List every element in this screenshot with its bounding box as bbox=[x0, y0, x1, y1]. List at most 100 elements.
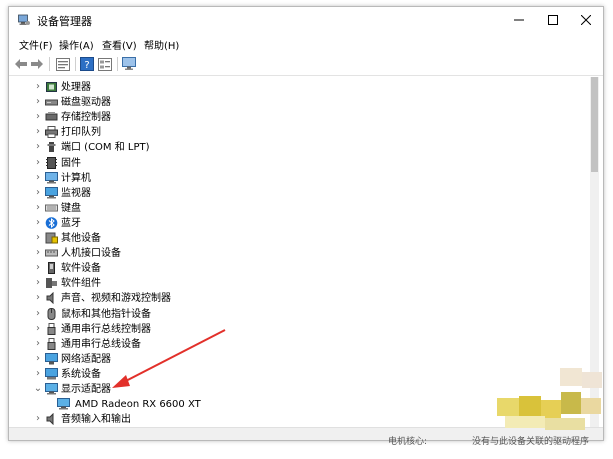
monitor-icon bbox=[45, 186, 58, 199]
back-button[interactable] bbox=[13, 56, 29, 72]
scan-hardware-button[interactable] bbox=[121, 56, 137, 72]
software-device-icon bbox=[48, 262, 55, 275]
chevron-right-icon[interactable]: › bbox=[33, 172, 43, 184]
menu-action[interactable]: 操作(A) bbox=[59, 37, 94, 52]
maximize-icon bbox=[548, 15, 558, 25]
chevron-right-icon[interactable]: › bbox=[33, 187, 43, 199]
tree-item-label: 蓝牙 bbox=[61, 217, 81, 229]
toolbar-separator bbox=[75, 57, 76, 71]
tree-category[interactable]: › 端口 (COM 和 LPT) bbox=[9, 140, 579, 155]
tree-item-label: 磁盘驱动器 bbox=[61, 97, 111, 109]
tree-item-label: 存储控制器 bbox=[61, 112, 111, 124]
display-adapter-icon bbox=[57, 398, 70, 410]
tree-category[interactable]: › 蓝牙 bbox=[9, 216, 579, 231]
tree-category[interactable]: › 通用串行总线设备 bbox=[9, 337, 579, 352]
blurred-region bbox=[582, 372, 602, 388]
tree-item-label: 显示适配器 bbox=[61, 384, 111, 395]
monitor-icon bbox=[122, 57, 136, 70]
chevron-right-icon[interactable]: › bbox=[33, 368, 43, 380]
chevron-down-icon[interactable]: ⌄ bbox=[33, 383, 43, 395]
device-manager-window: 设备管理器 文件(F) 操作(A) 查看(V) 帮助(H) ? › 处理器 › … bbox=[8, 6, 604, 441]
tree-category[interactable]: › 鼠标和其他指针设备 bbox=[9, 307, 579, 322]
properties-icon bbox=[56, 57, 70, 71]
chevron-right-icon[interactable]: › bbox=[33, 338, 43, 350]
tree-category[interactable]: › 磁盘驱动器 bbox=[9, 95, 579, 110]
tree-category[interactable]: ⌄ 显示适配器 bbox=[9, 382, 579, 397]
bottom-fragment-label: 电机核心: bbox=[388, 437, 428, 447]
tree-category[interactable]: › 计算机 bbox=[9, 171, 579, 186]
chevron-right-icon[interactable]: › bbox=[33, 126, 43, 138]
minimize-button[interactable] bbox=[502, 7, 536, 33]
view-button[interactable] bbox=[97, 56, 113, 72]
tree-category[interactable]: › 人机接口设备 bbox=[9, 246, 579, 261]
computer-icon bbox=[45, 171, 58, 184]
close-button[interactable] bbox=[569, 7, 603, 33]
tree-item-label: 鼠标和其他指针设备 bbox=[61, 308, 151, 320]
chevron-right-icon[interactable]: › bbox=[33, 96, 43, 108]
chevron-right-icon[interactable]: › bbox=[33, 81, 43, 93]
chevron-right-icon[interactable]: › bbox=[33, 247, 43, 259]
menu-help[interactable]: 帮助(H) bbox=[144, 37, 179, 52]
tree-category[interactable]: › 系统设备 bbox=[9, 367, 579, 382]
tree-item-label: 软件设备 bbox=[61, 263, 101, 275]
tree-category[interactable]: › 处理器 bbox=[9, 80, 579, 95]
tree-item-label: 系统设备 bbox=[61, 368, 101, 380]
scrollbar-thumb[interactable] bbox=[591, 77, 598, 172]
processor-icon bbox=[46, 82, 57, 92]
properties-button[interactable] bbox=[55, 56, 71, 72]
tree-item-label: 固件 bbox=[61, 157, 81, 169]
tree-category[interactable]: › 存储控制器 bbox=[9, 110, 579, 125]
chevron-right-icon[interactable]: › bbox=[33, 308, 43, 320]
tree-item-label: 音频输入和输出 bbox=[61, 414, 131, 426]
chevron-right-icon[interactable]: › bbox=[33, 217, 43, 229]
tree-category[interactable]: › 声音、视频和游戏控制器 bbox=[9, 291, 579, 306]
tree-category[interactable]: › 固件 bbox=[9, 156, 579, 171]
tree-category[interactable]: › 网络适配器 bbox=[9, 352, 579, 367]
blurred-region bbox=[545, 418, 585, 430]
tree-category[interactable]: › 键盘 bbox=[9, 201, 579, 216]
chevron-right-icon[interactable]: › bbox=[33, 111, 43, 123]
tree-item-label: 软件组件 bbox=[61, 278, 101, 290]
printer-icon bbox=[45, 126, 58, 139]
chevron-right-icon[interactable]: › bbox=[33, 202, 43, 214]
close-icon bbox=[581, 15, 591, 25]
chevron-right-icon[interactable]: › bbox=[33, 413, 43, 425]
storage-controller-icon bbox=[45, 112, 58, 121]
chevron-right-icon[interactable]: › bbox=[33, 141, 43, 153]
network-adapter-icon bbox=[45, 352, 58, 365]
menu-view[interactable]: 查看(V) bbox=[102, 37, 137, 52]
tree-child-device[interactable]: AMD Radeon RX 6600 XT bbox=[9, 397, 579, 412]
usb-device-icon bbox=[47, 337, 56, 350]
menu-file[interactable]: 文件(F) bbox=[19, 37, 53, 52]
tree-category[interactable]: › 软件组件 bbox=[9, 276, 579, 291]
tree-item-label: 端口 (COM 和 LPT) bbox=[61, 142, 150, 154]
back-arrow-icon bbox=[15, 59, 27, 69]
chevron-right-icon[interactable]: › bbox=[33, 292, 43, 304]
chevron-right-icon[interactable]: › bbox=[33, 262, 43, 274]
tree-category[interactable]: › 通用串行总线控制器 bbox=[9, 322, 579, 337]
forward-button[interactable] bbox=[29, 56, 45, 72]
maximize-button[interactable] bbox=[536, 7, 570, 33]
chevron-right-icon[interactable]: › bbox=[33, 323, 43, 335]
device-tree: › 处理器 › 磁盘驱动器 › 存储控制器 › 打印队列 › 端口 (COM 和 LPT) › 固件 ›… bbox=[9, 76, 603, 427]
tree-category[interactable]: › 监视器 bbox=[9, 186, 579, 201]
chevron-right-icon[interactable]: › bbox=[33, 277, 43, 289]
toolbar: ? bbox=[9, 53, 603, 76]
tree-item-label: 键盘 bbox=[61, 202, 81, 214]
chevron-right-icon[interactable]: › bbox=[33, 353, 43, 365]
tree-category[interactable]: › 打印队列 bbox=[9, 125, 579, 140]
chevron-right-icon[interactable]: › bbox=[33, 232, 43, 244]
display-adapter-icon bbox=[45, 383, 58, 395]
blurred-region bbox=[560, 368, 582, 386]
menu-bar: 文件(F) 操作(A) 查看(V) 帮助(H) bbox=[9, 35, 603, 53]
tree-category[interactable]: › 其他设备 bbox=[9, 231, 579, 246]
chevron-right-icon[interactable]: › bbox=[33, 157, 43, 169]
tree-item-label: 通用串行总线控制器 bbox=[61, 323, 151, 335]
tree-item-label: 人机接口设备 bbox=[61, 248, 121, 260]
title-bar[interactable]: 设备管理器 bbox=[9, 7, 603, 33]
help-button[interactable]: ? bbox=[79, 56, 95, 72]
tree-category[interactable]: › 音频输入和输出 bbox=[9, 412, 579, 427]
tree-category[interactable]: › 软件设备 bbox=[9, 261, 579, 276]
tree-item-label: AMD Radeon RX 6600 XT bbox=[75, 399, 201, 411]
sound-icon bbox=[46, 292, 54, 305]
